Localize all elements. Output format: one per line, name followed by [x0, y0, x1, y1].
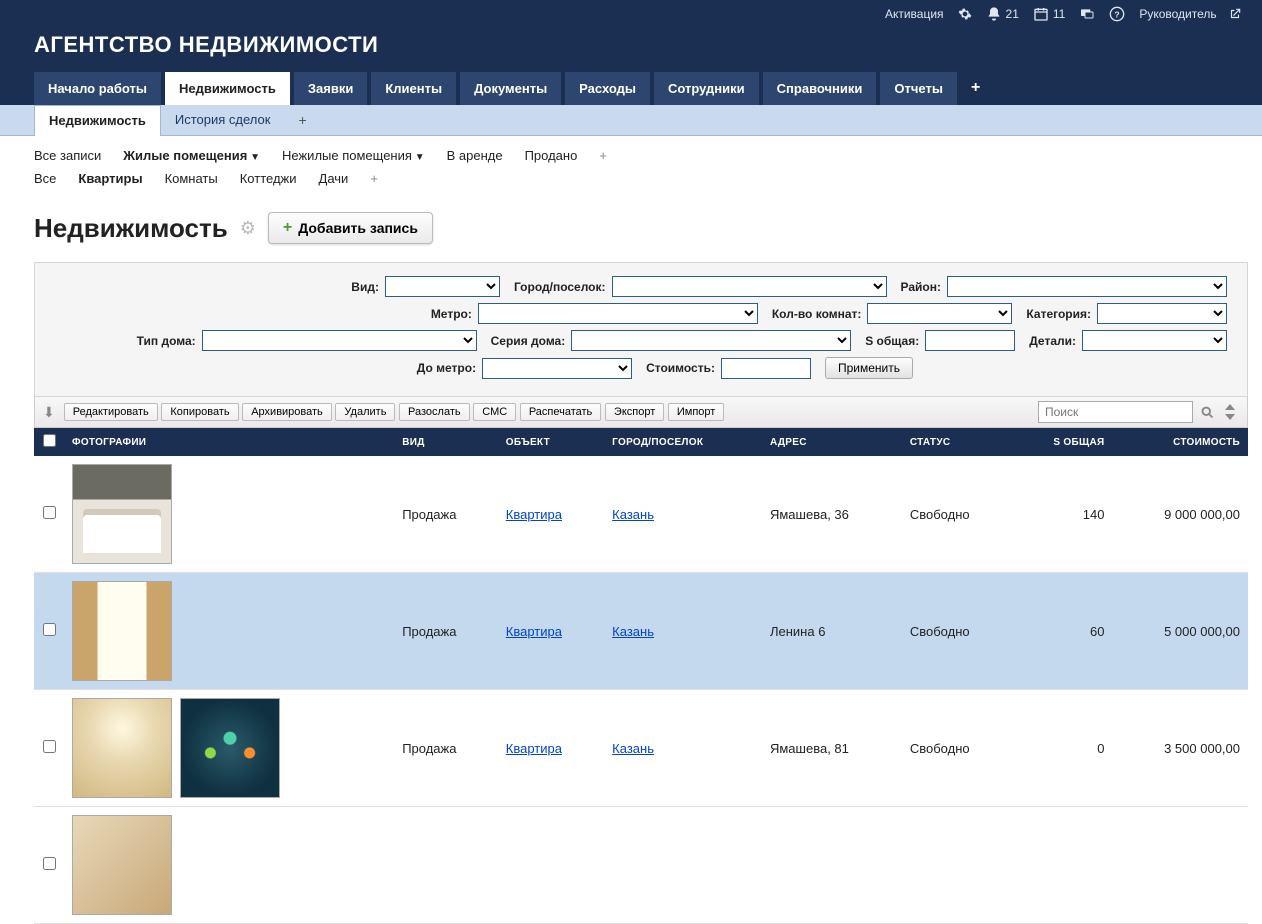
filter-category[interactable]	[1097, 303, 1227, 324]
filter-link[interactable]: Все записи	[34, 148, 101, 163]
sub-tab[interactable]: История сделок	[161, 105, 285, 135]
toolbar-button[interactable]: Разослать	[399, 403, 470, 421]
filter-link[interactable]: Все	[34, 171, 56, 186]
filter-district[interactable]	[947, 276, 1227, 297]
filter-rooms[interactable]	[867, 303, 1012, 324]
nav-tab[interactable]: Начало работы	[34, 72, 161, 105]
object-link[interactable]: Квартира	[506, 741, 562, 756]
search-icon[interactable]	[1198, 403, 1216, 421]
listing-photo[interactable]	[72, 698, 172, 798]
row-checkbox[interactable]	[43, 857, 56, 870]
add-record-button[interactable]: + Добавить запись	[268, 212, 433, 244]
filter-link[interactable]: Нежилые помещения ▼	[282, 148, 425, 163]
object-link[interactable]: Квартира	[506, 507, 562, 522]
col-object: ОБЪЕКТ	[498, 428, 604, 456]
nav-tab[interactable]: Сотрудники	[654, 72, 759, 105]
city-link[interactable]: Казань	[612, 741, 654, 756]
page-title: Недвижимость	[34, 213, 228, 244]
filter-series[interactable]	[571, 330, 851, 351]
listing-photo[interactable]	[180, 698, 280, 798]
col-status: СТАТУС	[902, 428, 1014, 456]
filter-link[interactable]: Продано	[525, 148, 578, 163]
filter-link[interactable]: Дачи	[319, 171, 349, 186]
filter-house-type[interactable]	[202, 330, 477, 351]
nav-tab[interactable]: Клиенты	[371, 72, 456, 105]
toolbar-button[interactable]: Экспорт	[605, 403, 664, 421]
toolbar-button[interactable]: Импорт	[668, 403, 724, 421]
add-filter-icon[interactable]: +	[599, 148, 607, 163]
listing-photo[interactable]	[72, 581, 172, 681]
settings-icon[interactable]	[958, 7, 972, 21]
filter-link[interactable]: Квартиры	[78, 171, 142, 186]
svg-text:?: ?	[1115, 9, 1120, 19]
nav-tab[interactable]: Расходы	[565, 72, 650, 105]
calendar-icon[interactable]: 11	[1033, 6, 1065, 22]
filter-to-metro[interactable]	[482, 358, 632, 379]
add-subtab-icon[interactable]: +	[284, 105, 320, 135]
city-link[interactable]: Казань	[612, 507, 654, 522]
toolbar-button[interactable]: Распечатать	[520, 403, 601, 421]
col-vid: ВИД	[394, 428, 498, 456]
filter-metro[interactable]	[478, 303, 758, 324]
user-menu[interactable]: Руководитель	[1139, 7, 1242, 21]
nav-tab[interactable]: Заявки	[294, 72, 367, 105]
col-area: S ОБЩАЯ	[1014, 428, 1113, 456]
row-checkbox[interactable]	[43, 506, 56, 519]
chat-icon[interactable]	[1079, 6, 1095, 22]
calendar-count: 11	[1053, 7, 1065, 21]
add-filter-icon[interactable]: +	[370, 171, 378, 186]
toolbar-button[interactable]: СМС	[473, 403, 516, 421]
col-address: АДРЕС	[762, 428, 902, 456]
listing-photo[interactable]	[72, 815, 172, 915]
add-tab-icon[interactable]: +	[961, 72, 990, 105]
table-row[interactable]	[34, 807, 1248, 924]
apply-filter-button[interactable]: Применить	[825, 357, 913, 379]
filter-link[interactable]: Комнаты	[165, 171, 218, 186]
filter-link[interactable]: В аренде	[447, 148, 503, 163]
row-checkbox[interactable]	[43, 740, 56, 753]
toolbar-button[interactable]: Редактировать	[64, 403, 158, 421]
filter-price[interactable]	[721, 358, 811, 379]
select-arrow-icon[interactable]: ⬇	[43, 404, 55, 421]
toolbar-button[interactable]: Архивировать	[242, 403, 332, 421]
col-city: ГОРОД/ПОСЕЛОК	[604, 428, 762, 456]
city-link[interactable]: Казань	[612, 624, 654, 639]
toolbar-button[interactable]: Удалить	[335, 403, 395, 421]
nav-tab[interactable]: Отчеты	[880, 72, 957, 105]
sort-icon[interactable]	[1221, 403, 1239, 421]
filter-form: Вид: Город/поселок: Район: Метро: Кол-во…	[34, 262, 1248, 397]
activation-link[interactable]: Активация	[885, 7, 944, 21]
help-icon[interactable]: ?	[1109, 6, 1125, 22]
filter-link[interactable]: Жилые помещения ▼	[123, 148, 260, 163]
table-row[interactable]: ПродажаКвартираКазаньЯмашева, 36Свободно…	[34, 456, 1248, 573]
app-logo: АГЕНТСТВО НЕДВИЖИМОСТИ	[34, 32, 1242, 58]
row-checkbox[interactable]	[43, 623, 56, 636]
filter-vid[interactable]	[385, 276, 500, 297]
plus-icon: +	[283, 219, 292, 237]
filter-details[interactable]	[1082, 330, 1227, 351]
filter-city[interactable]	[612, 276, 887, 297]
table-row[interactable]: ПродажаКвартираКазаньЯмашева, 81Свободно…	[34, 690, 1248, 807]
nav-tab[interactable]: Справочники	[763, 72, 877, 105]
nav-tab[interactable]: Документы	[460, 72, 561, 105]
notifications-icon[interactable]: 21	[986, 6, 1019, 22]
filter-link[interactable]: Коттеджи	[240, 171, 297, 186]
listing-photo[interactable]	[72, 464, 172, 564]
notifications-count: 21	[1006, 7, 1019, 21]
table-row[interactable]: ПродажаКвартираКазаньЛенина 6Свободно605…	[34, 573, 1248, 690]
filter-area[interactable]	[925, 330, 1015, 351]
search-input[interactable]	[1038, 401, 1193, 423]
sub-tab[interactable]: Недвижимость	[34, 105, 161, 136]
nav-tab[interactable]: Недвижимость	[165, 72, 290, 105]
toolbar-button[interactable]: Копировать	[161, 403, 238, 421]
col-price: СТОИМОСТЬ	[1112, 428, 1248, 456]
page-settings-icon[interactable]: ⚙	[240, 218, 256, 239]
object-link[interactable]: Квартира	[506, 624, 562, 639]
col-photos: ФОТОГРАФИИ	[64, 428, 394, 456]
select-all-checkbox[interactable]	[43, 434, 56, 447]
